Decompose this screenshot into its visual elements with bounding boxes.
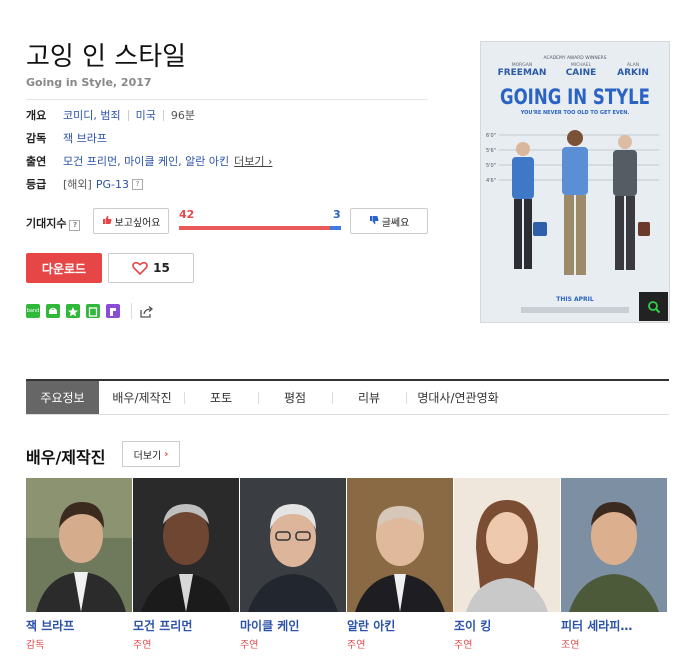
tab-photo[interactable]: 포토: [185, 381, 257, 414]
poster-actor3-last: ARKIN: [617, 68, 649, 78]
cast-more-button[interactable]: 더보기 ›: [122, 441, 180, 467]
kakaostory-icon[interactable]: [46, 304, 60, 318]
poster-actor1-last: FREEMAN: [498, 68, 547, 78]
cast-role: 주연: [240, 640, 259, 651]
divider: [131, 303, 132, 319]
rating-region: [해외]: [63, 178, 92, 191]
tab-quotes-related[interactable]: 명대사/연관영화: [407, 381, 509, 414]
movie-title: 고잉 인 스타일: [26, 42, 187, 72]
poster-tagline: YOU'RE NEVER TOO OLD TO GET EVEN.: [520, 110, 630, 116]
note-icon[interactable]: [86, 304, 100, 318]
poster-title: GOING IN STYLE: [500, 85, 650, 109]
cast-card[interactable]: 잭 브라프 감독: [26, 478, 132, 651]
tab-cast-crew[interactable]: 배우/제작진: [101, 381, 183, 414]
country-link[interactable]: 미국: [136, 107, 156, 123]
poster-award-line: ACADEMY AWARD WINNERS: [543, 55, 606, 61]
cast-photo[interactable]: [133, 478, 239, 612]
cast-label: 출연: [26, 155, 47, 168]
runtime: 96분: [170, 109, 195, 122]
poster-height-4: 4'6": [486, 178, 496, 184]
cast-photo[interactable]: [454, 478, 560, 612]
cast-photo[interactable]: [240, 478, 346, 612]
chevron-right-icon: ›: [164, 448, 169, 460]
overview-label: 개요: [26, 109, 47, 122]
divider: [26, 99, 428, 100]
poster-height-2: 5'6": [486, 148, 496, 154]
cast-role: 주연: [454, 640, 473, 651]
bookmark-star-icon[interactable]: [66, 304, 80, 318]
thumbs-up-icon: [102, 215, 112, 228]
cast-row: 출연 모건 프리먼, 마이클 케인, 알란 아킨 더보기 ›: [26, 152, 272, 170]
like-count: 15: [153, 261, 170, 275]
cast-card[interactable]: 피터 세라피… 조연: [561, 478, 667, 651]
cast-link[interactable]: 모건 프리먼, 마이클 케인, 알란 아킨: [63, 153, 229, 169]
cast-card[interactable]: 마이클 케인 주연: [240, 478, 346, 651]
help-icon[interactable]: ?: [69, 220, 81, 231]
want-to-see-label: 보고싶어요: [114, 217, 161, 229]
help-icon[interactable]: ?: [131, 178, 143, 190]
cast-card[interactable]: 모건 프리먼 주연: [133, 478, 239, 651]
rating-label: 등급: [26, 178, 47, 191]
divider: [162, 109, 164, 121]
flipboard-icon[interactable]: [106, 304, 120, 318]
poster-release: THIS APRIL: [556, 296, 594, 303]
cast-photo[interactable]: [347, 478, 453, 612]
cast-role: 주연: [347, 640, 366, 651]
band-icon[interactable]: band: [26, 304, 40, 318]
expectation-label: 기대지수?: [26, 215, 81, 231]
thumbs-down-icon: [369, 215, 379, 228]
tab-review[interactable]: 리뷰: [333, 381, 405, 414]
cast-card[interactable]: 알란 아킨 주연: [347, 478, 453, 651]
meh-label: 글쎄요: [381, 217, 410, 229]
heart-icon: [132, 261, 148, 275]
search-icon: [647, 300, 660, 313]
tab-bar-bottom-border: [26, 414, 669, 415]
tab-main-info[interactable]: 주요정보: [26, 381, 99, 414]
overview-row: 개요 코미디, 범죄 미국 96분: [26, 106, 195, 124]
divider: [127, 109, 129, 121]
tab-rating[interactable]: 평점: [259, 381, 331, 414]
want-count: 42: [179, 208, 195, 221]
cast-name[interactable]: 알란 아킨: [347, 617, 453, 634]
rating-value[interactable]: PG-13: [96, 178, 129, 191]
cast-more-label: 더보기: [133, 450, 162, 462]
poster-height-3: 5'0": [486, 163, 496, 169]
cast-role: 조연: [561, 640, 580, 651]
cast-more-link[interactable]: 더보기 ›: [234, 153, 272, 169]
meh-button[interactable]: 글쎄요: [350, 208, 428, 234]
meh-count: 3: [333, 208, 341, 221]
expectation-label-text: 기대지수: [26, 217, 67, 230]
expectation-gauge-fill: [179, 226, 331, 230]
movie-poster[interactable]: ACADEMY AWARD WINNERS MORGAN FREEMAN MIC…: [480, 41, 670, 323]
cast-name[interactable]: 잭 브라프: [26, 617, 132, 634]
cast-photo[interactable]: [561, 478, 667, 612]
cast-role: 감독: [26, 640, 45, 651]
band-icon-text: band: [26, 308, 40, 314]
cast-name[interactable]: 모건 프리먼: [133, 617, 239, 634]
cast-card[interactable]: 조이 킹 주연: [454, 478, 560, 651]
movie-original-title: Going in Style, 2017: [26, 76, 152, 89]
rating-row: 등급 [해외] PG-13 ?: [26, 175, 143, 193]
expectation-gauge: [179, 226, 341, 230]
director-row: 감독 잭 브라프: [26, 129, 107, 147]
poster-zoom-button[interactable]: [639, 292, 668, 321]
cast-name[interactable]: 조이 킹: [454, 617, 560, 634]
like-button[interactable]: 15: [108, 253, 194, 283]
cast-name[interactable]: 마이클 케인: [240, 617, 346, 634]
cast-role: 주연: [133, 640, 152, 651]
poster-actor2-last: CAINE: [566, 68, 597, 78]
cast-section-heading: 배우/제작진: [26, 448, 106, 467]
want-to-see-button[interactable]: 보고싶어요: [93, 208, 169, 234]
director-label: 감독: [26, 132, 47, 145]
share-icon[interactable]: [139, 304, 154, 318]
cast-name[interactable]: 피터 세라피…: [561, 617, 667, 634]
director-link[interactable]: 잭 브라프: [63, 130, 107, 146]
download-button[interactable]: 다운로드: [26, 253, 102, 283]
cast-photo[interactable]: [26, 478, 132, 612]
genre-link[interactable]: 코미디, 범죄: [63, 107, 121, 123]
poster-height-1: 6'0": [486, 133, 496, 139]
